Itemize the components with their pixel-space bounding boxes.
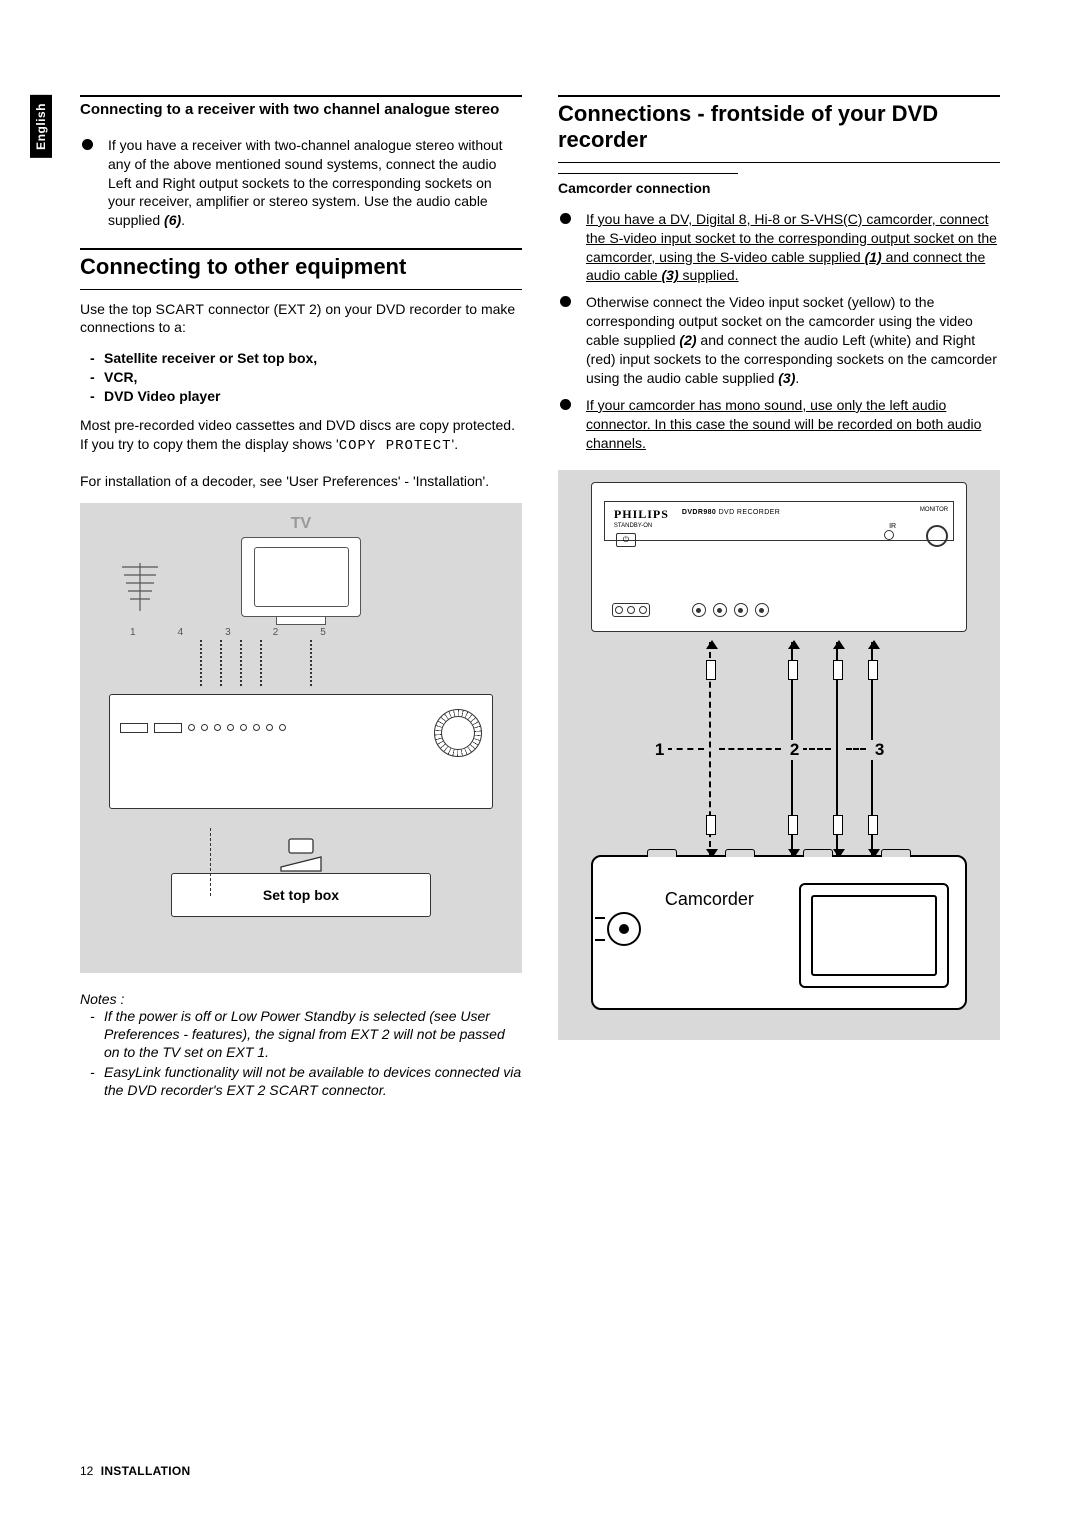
camcorder-label: Camcorder: [665, 889, 754, 910]
camcorder-lens-icon: [607, 912, 641, 946]
cable-num: 5: [320, 627, 326, 638]
svideo-socket-icon: [692, 603, 706, 617]
t: .: [795, 370, 799, 386]
cable-ref: (2): [679, 332, 696, 348]
camcorder-icon: Camcorder: [591, 855, 967, 1010]
rule: [80, 289, 522, 290]
paragraph: Most pre-recorded video cassettes and DV…: [80, 416, 522, 456]
cable-num: 2: [273, 627, 279, 638]
audio-r-socket-icon: [755, 603, 769, 617]
t: DVD RECORDER: [719, 509, 781, 516]
bullet-item: If you have a receiver with two-channel …: [80, 136, 522, 230]
text: Use the top: [80, 301, 156, 317]
sub-rule: [558, 173, 738, 174]
page-footer: 12 INSTALLATION: [80, 1464, 191, 1478]
monitor-label: MONITOR: [920, 507, 948, 513]
audio-l-socket-icon: [734, 603, 748, 617]
rule: [80, 248, 522, 250]
plug-label-1: 1: [651, 740, 668, 760]
monitor-button-icon: [926, 525, 948, 547]
language-tab: English: [30, 95, 52, 158]
note-item: EasyLink functionality will not be avail…: [90, 1063, 522, 1099]
bullet-item: If your camcorder has mono sound, use on…: [558, 396, 1000, 453]
cable-ref: (6): [164, 212, 181, 228]
antenna-icon: [112, 553, 168, 613]
cable-num: 4: [178, 627, 184, 638]
equipment-list: Satellite receiver or Set top box, VCR, …: [80, 349, 522, 406]
note-item: If the power is off or Low Power Standby…: [90, 1007, 522, 1062]
content-columns: Connecting to a receiver with two channe…: [80, 95, 1000, 1102]
bullet-list: If you have a DV, Digital 8, Hi-8 or S-V…: [558, 210, 1000, 453]
right-column: Connections - frontside of your DVD reco…: [558, 95, 1000, 1102]
list-item: DVD Video player: [90, 387, 522, 406]
t: DVDR980: [682, 509, 716, 516]
dvd-recorder-rear-icon: [109, 694, 494, 809]
cable-num: 1: [130, 627, 136, 638]
bullet-item: Otherwise connect the Video input socket…: [558, 293, 1000, 387]
rule: [558, 162, 1000, 163]
text: '.: [452, 436, 459, 452]
subheading-camcorder: Camcorder connection: [558, 180, 1000, 196]
brand-logo: PHILIPS: [614, 507, 669, 522]
notes-list: If the power is off or Low Power Standby…: [80, 1007, 522, 1100]
text: .: [181, 212, 185, 228]
smallcaps: SCART: [156, 301, 205, 317]
smallcaps: SCART: [269, 1082, 318, 1098]
text: If your camcorder has mono sound, use on…: [586, 397, 981, 451]
connection-diagram-tv-stb: TV 1 4 3 2 5: [80, 503, 522, 973]
dvd-recorder-front-icon: PHILIPS DVDR980 DVD RECORDER STANDBY-ON …: [591, 482, 967, 632]
ir-label: IR: [889, 523, 896, 530]
list-item: VCR,: [90, 368, 522, 387]
section-heading-frontside: Connections - frontside of your DVD reco…: [558, 101, 1000, 154]
rule: [558, 95, 1000, 97]
plug-label-3: 3: [871, 740, 888, 760]
tv-icon: [241, 537, 361, 617]
t: supplied.: [679, 267, 739, 283]
cable-number-row: 1 4 3 2 5: [130, 627, 326, 638]
power-button-icon: ⏻: [616, 533, 636, 547]
left-column: Connecting to a receiver with two channe…: [80, 95, 522, 1102]
standby-label: STANDBY-ON: [614, 523, 652, 529]
video-socket-icon: [713, 603, 727, 617]
camcorder-screen-icon: [799, 883, 949, 988]
tv-stand-icon: [276, 617, 326, 625]
cable-ref: (3): [662, 267, 679, 283]
plug-label-2: 2: [786, 740, 803, 760]
scart-plug-icon: [271, 837, 331, 873]
bullet-list: If you have a receiver with two-channel …: [80, 136, 522, 230]
notes-title: Notes :: [80, 991, 522, 1007]
cable-group: [200, 640, 312, 688]
model-label: DVDR980 DVD RECORDER: [682, 509, 780, 516]
scart-cable-icon: [210, 828, 212, 896]
display-text: COPY PROTECT: [339, 438, 452, 454]
cable-num: 3: [225, 627, 231, 638]
page-number: 12: [80, 1464, 93, 1478]
cable-diagram: 1 2 3: [591, 642, 967, 857]
cable-ref: (1): [865, 249, 882, 265]
section-heading-analogue: Connecting to a receiver with two channe…: [80, 101, 522, 120]
rule: [80, 95, 522, 97]
tv-label: TV: [291, 515, 311, 533]
text: If you have a DV, Digital 8, Hi-8 or S-V…: [586, 211, 997, 284]
front-sockets: [612, 603, 769, 617]
paragraph: Use the top SCART connector (EXT 2) on y…: [80, 300, 522, 338]
camcorder-connection-diagram: PHILIPS DVDR980 DVD RECORDER STANDBY-ON …: [558, 470, 1000, 1040]
knob-icon: [434, 709, 482, 757]
cable-ref: (3): [778, 370, 795, 386]
section-name: INSTALLATION: [101, 1464, 191, 1478]
bullet-item: If you have a DV, Digital 8, Hi-8 or S-V…: [558, 210, 1000, 286]
paragraph: For installation of a decoder, see 'User…: [80, 472, 522, 491]
list-item: Satellite receiver or Set top box,: [90, 349, 522, 368]
port-icons: [120, 723, 423, 733]
text: connector.: [318, 1082, 387, 1098]
section-heading-other-equipment: Connecting to other equipment: [80, 254, 522, 280]
